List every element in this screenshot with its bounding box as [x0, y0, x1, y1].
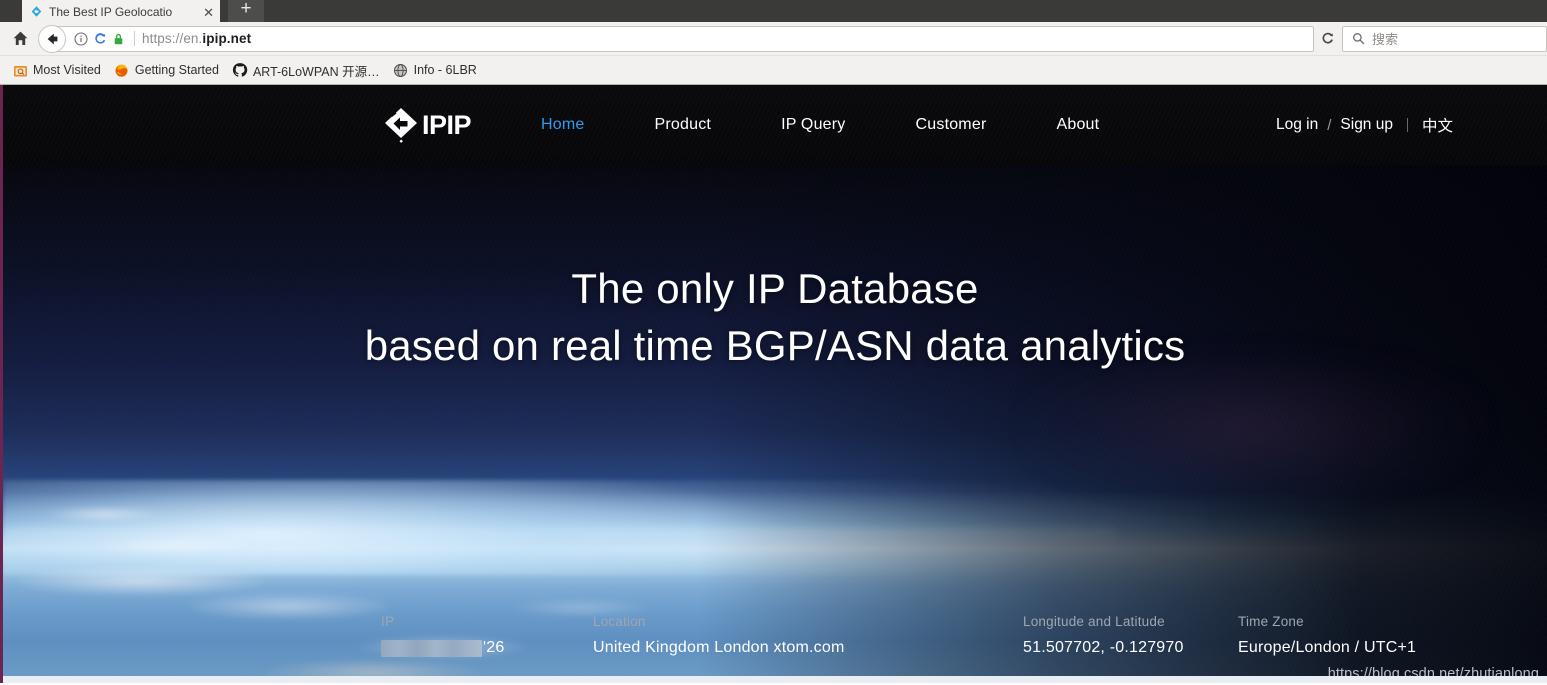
nav-item-ip-query[interactable]: IP Query	[746, 116, 880, 134]
info-column-coordinates: Longitude and Latitude 51.507702, -0.127…	[1023, 614, 1238, 657]
site-header: IPIP Home Product IP Query Customer Abou…	[3, 85, 1547, 165]
info-label-timezone: Time Zone	[1238, 614, 1304, 629]
url-prefix: https://en.	[142, 31, 203, 46]
ip-info-strip: IP '26 Location United Kingdom London xt…	[3, 614, 1547, 657]
signup-link[interactable]: Sign up	[1340, 116, 1393, 134]
vertical-divider	[1406, 118, 1408, 132]
bookmarks-bar: Most Visited Getting Started ART-6LoWPAN…	[0, 56, 1547, 85]
web-page-viewport: The only IP Database based on real time …	[0, 85, 1547, 683]
search-icon	[1351, 31, 1366, 46]
url-divider	[134, 31, 135, 46]
info-value-coordinates: 51.507702, -0.127970	[1023, 639, 1184, 656]
search-placeholder: 搜索	[1372, 32, 1399, 47]
info-value-ip: '26	[381, 639, 593, 657]
address-bar[interactable]: https://en.ipip.net	[54, 25, 1314, 52]
firefox-logo-icon	[114, 62, 130, 78]
browser-tab[interactable]: The Best IP Geolocatio ✕	[22, 0, 220, 22]
login-link[interactable]: Log in	[1276, 116, 1318, 134]
headline-line-2: based on real time BGP/ASN data analytic…	[364, 322, 1186, 370]
bookmark-label: ART-6LoWPAN 开源…	[252, 64, 380, 79]
tab-title: The Best IP Geolocatio	[49, 5, 173, 19]
page-bottom-edge	[3, 676, 1547, 683]
url-domain: ipip.net	[202, 31, 252, 46]
info-label-location: Location	[593, 614, 646, 629]
info-column-location: Location United Kingdom London xtom.com	[593, 614, 1023, 657]
language-switch-link[interactable]: 中文	[1422, 114, 1453, 136]
hero-section: The only IP Database based on real time …	[3, 85, 1547, 683]
tab-close-icon[interactable]: ✕	[203, 6, 214, 19]
info-column-ip: IP '26	[381, 614, 593, 657]
info-column-timezone: Time Zone Europe/London / UTC+1	[1238, 614, 1498, 657]
bookmark-label: Most Visited	[33, 63, 101, 77]
browser-toolbar: https://en.ipip.net 搜索	[0, 22, 1547, 56]
bookmark-info-6lbr[interactable]: Info - 6LBR	[389, 60, 486, 80]
nav-item-product[interactable]: Product	[620, 116, 747, 134]
info-label-coordinates: Longitude and Latitude	[1023, 614, 1165, 629]
info-label-ip: IP	[381, 614, 395, 629]
info-value-timezone: Europe/London / UTC+1	[1238, 639, 1417, 656]
diagonal-stripe-texture	[3, 85, 1547, 683]
info-value-location: United Kingdom London xtom.com	[593, 639, 845, 656]
ipip-favicon-icon	[30, 5, 43, 18]
site-logo-text: IPIP	[422, 109, 472, 140]
tracking-protection-icon[interactable]	[92, 31, 107, 46]
account-navigation: Log in / Sign up 中文	[1276, 85, 1453, 165]
browser-window: The Best IP Geolocatio ✕ + https://en.ip…	[0, 0, 1547, 685]
main-navigation: Home Product IP Query Customer About	[506, 116, 1134, 134]
tab-strip: The Best IP Geolocatio ✕ +	[0, 0, 1547, 22]
hero-headline: The only IP Database based on real time …	[3, 260, 1547, 374]
home-icon[interactable]	[8, 27, 32, 51]
nav-item-customer[interactable]: Customer	[881, 116, 1022, 134]
site-logo[interactable]: IPIP	[381, 105, 472, 145]
ip-redaction-mask	[381, 639, 482, 657]
ipip-diamond-logo-icon	[381, 105, 423, 145]
most-visited-folder-icon	[12, 62, 28, 78]
padlock-secure-icon[interactable]	[111, 31, 126, 46]
nav-item-about[interactable]: About	[1021, 116, 1134, 134]
bookmark-label: Info - 6LBR	[413, 63, 477, 77]
bookmark-art-6lowpan[interactable]: ART-6LoWPAN 开源…	[228, 59, 389, 82]
bookmark-getting-started[interactable]: Getting Started	[110, 60, 228, 80]
bookmark-label: Getting Started	[134, 63, 219, 77]
back-arrow-icon[interactable]	[38, 24, 66, 53]
nav-item-home[interactable]: Home	[506, 116, 619, 134]
url-text: https://en.ipip.net	[142, 31, 251, 46]
new-tab-button[interactable]: +	[228, 0, 264, 22]
search-input[interactable]: 搜索	[1342, 25, 1547, 52]
page-info-icon[interactable]	[73, 31, 88, 46]
hero-background-image	[3, 85, 1547, 683]
address-bar-icons	[71, 31, 131, 46]
reload-icon[interactable]	[1314, 26, 1340, 52]
ip-value-tail: '26	[483, 639, 505, 656]
bookmark-most-visited[interactable]: Most Visited	[8, 60, 110, 80]
headline-line-1: The only IP Database	[571, 265, 979, 312]
globe-icon	[393, 62, 409, 78]
account-separator: /	[1327, 116, 1332, 134]
github-logo-icon	[232, 62, 248, 78]
